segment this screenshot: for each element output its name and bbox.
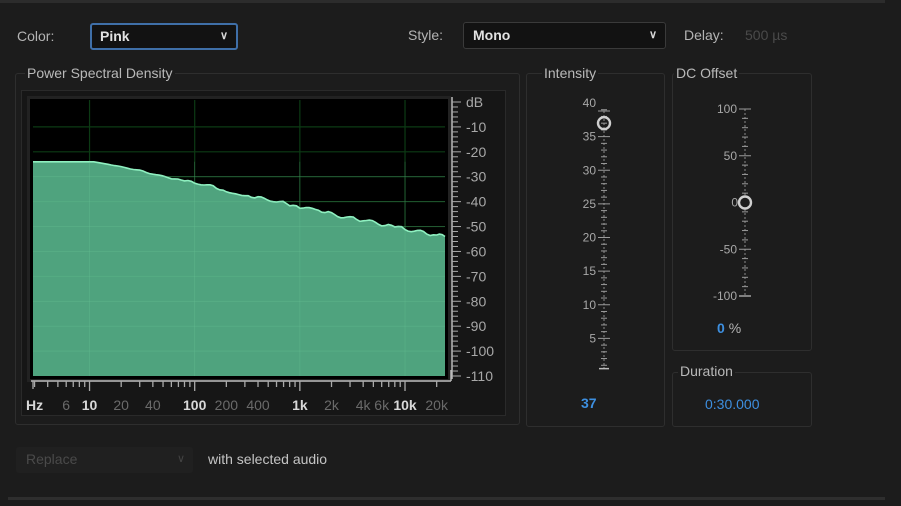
- dc-offset-tick-label: 50: [724, 149, 738, 163]
- bottom-divider: [8, 497, 885, 500]
- dc-offset-unit: %: [728, 320, 742, 336]
- x-tick-label: 400: [246, 397, 270, 413]
- duration-value[interactable]: 0:30.000: [705, 396, 760, 412]
- chevron-down-icon: ∨: [176, 453, 185, 465]
- dc-offset-tick-label: 100: [717, 102, 737, 116]
- intensity-tick-label: 5: [589, 331, 596, 345]
- dc-offset-value[interactable]: 0: [717, 320, 725, 336]
- y-tick-label: -60: [466, 243, 486, 259]
- intensity-tick-label: 40: [583, 96, 597, 110]
- y-tick-label: -90: [466, 318, 486, 334]
- y-tick-label: -30: [466, 169, 486, 185]
- y-tick-label: -110: [466, 368, 493, 384]
- intensity-tick-label: 30: [583, 163, 597, 177]
- y-tick-label: -70: [466, 268, 486, 284]
- x-tick-label: 20k: [425, 397, 449, 413]
- y-tick-label: -40: [466, 194, 486, 210]
- y-tick-label: -50: [466, 219, 486, 235]
- dc-offset-tick-label: -100: [713, 289, 737, 303]
- y-tick-label: dB: [466, 94, 483, 110]
- dc-offset-tick-label: -50: [720, 242, 738, 256]
- x-tick-label: 20: [113, 397, 129, 413]
- intensity-tick-label: 20: [583, 231, 597, 245]
- y-axis: dB -10 -20 -30 -40 -50 -60 -70 -80 -90 -100 -110: [451, 94, 494, 384]
- dc-offset-readout: 0 %: [717, 320, 741, 336]
- duration-title: Duration: [678, 363, 735, 379]
- x-tick-label: 10k: [393, 397, 417, 413]
- x-tick-label: 200: [215, 397, 239, 413]
- dc-offset-slider[interactable]: 100 50 0 -50 -100: [672, 95, 812, 310]
- mode-select-value: Replace: [26, 451, 78, 467]
- intensity-tick-label: 25: [583, 197, 597, 211]
- x-tick-label: 2k: [324, 397, 340, 413]
- intensity-tick-label: 35: [583, 130, 597, 144]
- x-tick-label: 6: [62, 397, 70, 413]
- intensity-value[interactable]: 37: [581, 395, 597, 411]
- intensity-tick-label: 10: [583, 298, 597, 312]
- x-tick-label: 6k: [374, 397, 390, 413]
- y-tick-label: -100: [466, 343, 494, 359]
- x-tick-label: 10: [82, 397, 98, 413]
- y-tick-label: -80: [466, 293, 486, 309]
- intensity-title: Intensity: [542, 65, 599, 81]
- mode-suffix-label: with selected audio: [208, 451, 328, 467]
- y-tick-label: -20: [466, 144, 486, 160]
- x-tick-label: 40: [145, 397, 161, 413]
- dc-offset-title: DC Offset: [674, 65, 740, 81]
- mode-select[interactable]: Replace ∨: [16, 447, 193, 473]
- dc-offset-tick-label: 0: [731, 196, 738, 210]
- intensity-slider[interactable]: 40 35 30 25 20 15 10 5: [526, 90, 665, 380]
- x-tick-label: 4k: [356, 397, 372, 413]
- x-tick-label: 100: [183, 397, 207, 413]
- intensity-tick-label: 15: [583, 264, 597, 278]
- x-tick-label: 1k: [292, 397, 308, 413]
- x-tick-label: Hz: [26, 397, 43, 413]
- dc-offset-slider-handle[interactable]: [737, 195, 753, 210]
- y-tick-label: -10: [466, 119, 486, 135]
